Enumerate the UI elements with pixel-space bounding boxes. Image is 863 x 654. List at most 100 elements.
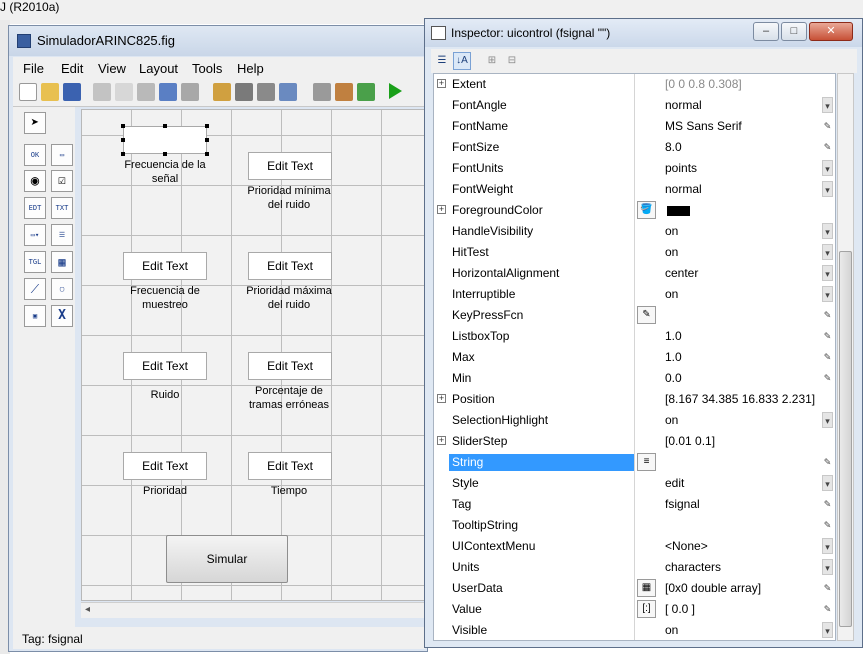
property-row-units[interactable]: Units characters ▾ — [434, 557, 835, 578]
edit-text-frecuencia-muestreo[interactable]: Edit Text — [123, 252, 207, 280]
undo-icon[interactable] — [159, 83, 177, 101]
property-row-style[interactable]: Style edit ▾ — [434, 473, 835, 494]
property-value[interactable]: [0.01 0.1] — [665, 433, 715, 450]
property-name[interactable]: Tag — [452, 496, 634, 513]
dropdown-arrow-icon[interactable]: ▾ — [822, 412, 833, 428]
expand-all-icon[interactable]: ⊞ — [483, 52, 501, 70]
property-name[interactable]: Extent — [452, 76, 634, 93]
property-row-userdata[interactable]: UserData ▦ [0x0 double array] ✎ — [434, 578, 835, 599]
edit-pencil-icon[interactable]: ✎ — [822, 517, 833, 533]
property-value[interactable]: <None> — [665, 538, 708, 555]
selection-handle[interactable] — [163, 124, 167, 128]
align-icon[interactable] — [213, 83, 231, 101]
property-row-value[interactable]: Value [:] [ 0.0 ] ✎ — [434, 599, 835, 620]
sort-alphabetical-icon[interactable]: ↓A — [453, 52, 471, 70]
radiobutton-icon[interactable]: ◉ — [24, 170, 46, 192]
button-group-icon[interactable]: ▣ — [24, 305, 46, 327]
property-name[interactable]: Interruptible — [452, 286, 634, 303]
inspector-titlebar[interactable]: Inspector: uicontrol (fsignal "") – □ ✕ — [425, 19, 862, 47]
dropdown-arrow-icon[interactable]: ▾ — [822, 160, 833, 176]
popup-menu-icon[interactable]: ▭▾ — [24, 224, 46, 246]
expand-plus-icon[interactable]: + — [437, 79, 446, 88]
dropdown-arrow-icon[interactable]: ▾ — [822, 265, 833, 281]
property-row-foregroundcolor[interactable]: + ForegroundColor 🪣 — [434, 200, 835, 221]
toggle-button-icon[interactable]: TGL — [24, 251, 46, 273]
edit-pencil-icon[interactable]: ✎ — [822, 370, 833, 386]
dropdown-arrow-icon[interactable]: ▾ — [822, 286, 833, 302]
expand-plus-icon[interactable]: + — [437, 436, 446, 445]
checkbox-icon[interactable]: ☑ — [51, 170, 73, 192]
array-icon[interactable]: [:] — [637, 600, 656, 618]
selection-handle[interactable] — [121, 152, 125, 156]
selection-handle[interactable] — [163, 152, 167, 156]
edit-text-porcentaje[interactable]: Edit Text — [248, 352, 332, 380]
property-value[interactable]: 8.0 — [665, 139, 682, 156]
dropdown-arrow-icon[interactable]: ▾ — [822, 475, 833, 491]
property-row-fontweight[interactable]: FontWeight normal ▾ — [434, 179, 835, 200]
property-value[interactable]: characters — [665, 559, 721, 576]
edit-pencil-icon[interactable]: ✎ — [822, 139, 833, 155]
label-frecuencia-muestreo[interactable]: Frecuencia de muestreo — [110, 284, 220, 312]
property-name[interactable]: KeyPressFcn — [452, 307, 634, 324]
label-tiempo[interactable]: Tiempo — [234, 484, 344, 498]
property-row-keypressfcn[interactable]: KeyPressFcn ✎ ✎ — [434, 305, 835, 326]
label-porcentaje-tramas[interactable]: Porcentaje de tramas erróneas — [234, 384, 344, 412]
selection-handle[interactable] — [205, 138, 209, 142]
property-name[interactable]: FontName — [452, 118, 634, 135]
property-name[interactable]: Max — [452, 349, 634, 366]
guide-titlebar[interactable]: SimuladorARINC825.fig — [9, 26, 427, 56]
listbox-icon[interactable]: ☰ — [51, 224, 73, 246]
property-name[interactable]: HandleVisibility — [452, 223, 634, 240]
property-inspector-icon[interactable] — [335, 83, 353, 101]
property-name[interactable]: Position — [452, 391, 634, 408]
property-value[interactable]: on — [665, 286, 678, 303]
save-icon[interactable] — [63, 83, 81, 101]
property-name[interactable]: HorizontalAlignment — [452, 265, 634, 282]
horizontal-scrollbar[interactable]: ◂ — [81, 602, 427, 618]
property-value[interactable]: edit — [665, 475, 684, 492]
edit-pencil-icon[interactable]: ✎ — [822, 601, 833, 617]
property-value[interactable]: on — [665, 622, 678, 639]
property-row-position[interactable]: + Position [8.167 34.385 16.833 2.231] — [434, 389, 835, 410]
scrollbar-thumb[interactable] — [839, 251, 852, 627]
property-value[interactable]: 1.0 — [665, 349, 682, 366]
property-name[interactable]: HitTest — [452, 244, 634, 261]
property-row-extent[interactable]: + Extent [0 0 0.8 0.308] — [434, 74, 835, 95]
pushbutton-icon[interactable]: OK — [24, 144, 46, 166]
property-row-tag[interactable]: Tag fsignal ✎ — [434, 494, 835, 515]
cut-icon[interactable] — [93, 83, 111, 101]
property-name[interactable]: Style — [452, 475, 634, 492]
property-value[interactable]: [0 0 0.8 0.308] — [665, 76, 742, 93]
paste-icon[interactable] — [137, 83, 155, 101]
collapse-all-icon[interactable]: ⊟ — [503, 52, 521, 70]
edit-text-icon[interactable]: EDT — [24, 197, 46, 219]
property-name[interactable]: String — [449, 454, 634, 471]
table-icon[interactable]: ▦ — [51, 251, 73, 273]
categorized-view-icon[interactable]: ☰ — [433, 52, 451, 70]
property-row-min[interactable]: Min 0.0 ✎ — [434, 368, 835, 389]
selection-handle[interactable] — [121, 124, 125, 128]
property-row-max[interactable]: Max 1.0 ✎ — [434, 347, 835, 368]
property-name[interactable]: Min — [452, 370, 634, 387]
static-text-icon[interactable]: TXT — [51, 197, 73, 219]
menu-edit[interactable]: Edit — [61, 61, 83, 76]
property-name[interactable]: ForegroundColor — [452, 202, 634, 219]
property-name[interactable]: FontAngle — [452, 97, 634, 114]
property-name[interactable]: Visible — [452, 622, 634, 639]
property-name[interactable]: UserData — [452, 580, 634, 597]
run-icon[interactable] — [389, 83, 402, 99]
property-row-tooltipstring[interactable]: TooltipString ✎ — [434, 515, 835, 536]
property-row-fontname[interactable]: FontName MS Sans Serif ✎ — [434, 116, 835, 137]
dropdown-arrow-icon[interactable]: ▾ — [822, 538, 833, 554]
menu-editor-icon[interactable] — [235, 83, 253, 101]
selection-handle[interactable] — [121, 138, 125, 142]
new-icon[interactable] — [19, 83, 37, 101]
edit-pencil-icon[interactable]: ✎ — [822, 307, 833, 323]
close-button[interactable]: ✕ — [809, 22, 853, 41]
property-name[interactable]: TooltipString — [452, 517, 634, 534]
property-value[interactable]: [8.167 34.385 16.833 2.231] — [665, 391, 815, 408]
edit-pencil-icon[interactable]: ✎ — [822, 580, 833, 596]
label-prioridad-maxima[interactable]: Prioridad máxima del ruido — [234, 284, 344, 312]
tab-order-icon[interactable] — [257, 83, 275, 101]
edit-text-ruido[interactable]: Edit Text — [123, 352, 207, 380]
